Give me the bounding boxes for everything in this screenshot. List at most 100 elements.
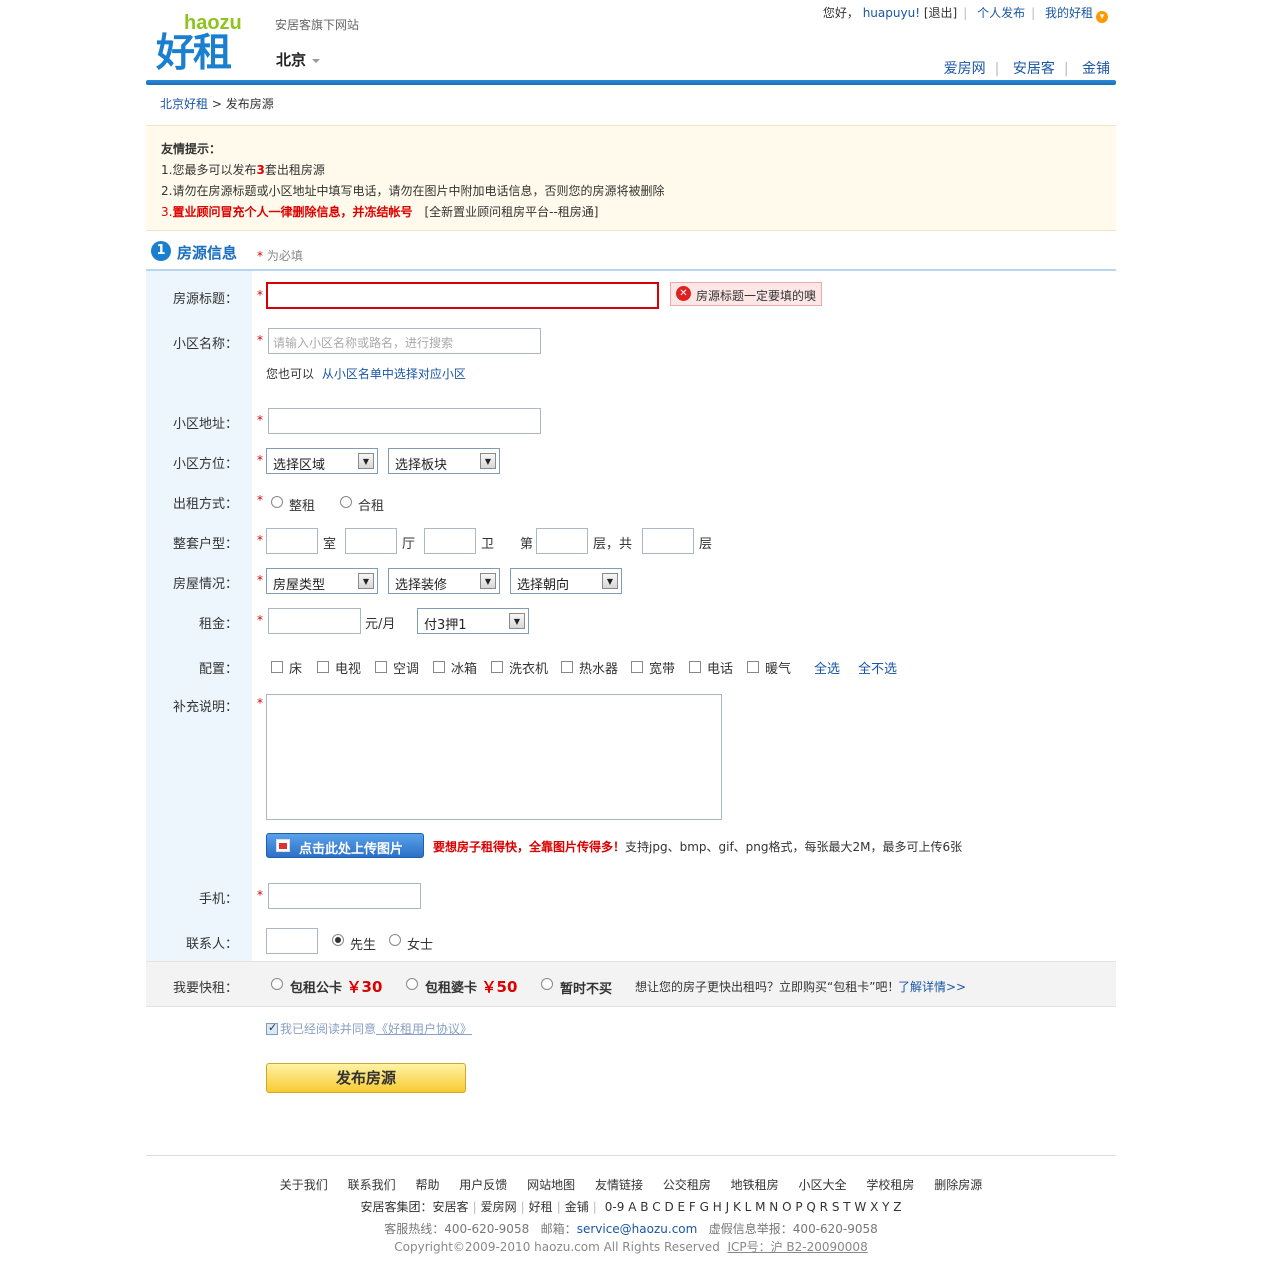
payment-select[interactable]: 付3押1 ▼ [417,608,529,634]
footer-link-contact[interactable]: 联系我们 [348,1178,396,1192]
footer-link-bus[interactable]: 公交租房 [663,1178,711,1192]
quick-opt1-label: 包租公卡 [290,981,343,996]
breadcrumb-home[interactable]: 北京好租 [160,97,208,111]
decor-select[interactable]: 选择装修 ▼ [388,568,500,594]
equip-heating-label: 暖气 [765,662,792,677]
city-switcher[interactable]: 北京 [276,49,321,70]
contact-input[interactable] [266,928,318,954]
house-star: * [257,573,263,587]
logo-cn: 好租 [156,31,232,76]
rent-label: 租金： [198,617,238,632]
quick-opt3-radio[interactable] [541,978,553,990]
address-input[interactable] [268,408,541,434]
agreement-link[interactable]: 《好租用户协议》 [376,1022,472,1036]
equip-ac-checkbox[interactable] [375,661,387,673]
footer-link-sitemap[interactable]: 网站地图 [527,1178,575,1192]
agreement-text: 我已经阅读并同意 [280,1022,377,1036]
house-type-select[interactable]: 房屋类型 ▼ [266,568,378,594]
description-star: * [257,696,263,710]
tip3-post: [全新置业顾问租房平台--租房通] [424,205,599,219]
rent-input[interactable] [268,608,361,634]
upload-tip-text: 支持jpg、bmp、gif、png格式，每张最大2M，最多可上传6张 [625,840,963,854]
report-label: 虚假信息举报： [708,1222,793,1236]
icp-link[interactable]: ICP号：沪 B2-20090008 [727,1240,867,1254]
footer-link-delete[interactable]: 删除房源 [934,1178,982,1192]
select-arrow-icon: ▼ [480,453,496,469]
location-star: * [257,453,263,467]
quick-opt1-radio[interactable] [271,978,283,990]
community-placeholder: 请输入小区名称或路名，进行搜索 [273,336,454,350]
rent-whole-radio[interactable] [271,496,283,508]
footer-link-friends[interactable]: 友情链接 [595,1178,643,1192]
rooms-input[interactable] [266,528,318,554]
footer-link-about[interactable]: 关于我们 [280,1178,328,1192]
equip-tv-label: 电视 [335,662,362,677]
quick-opt2-radio[interactable] [406,978,418,990]
username-link[interactable]: huapuyu! [863,6,920,20]
equip-washer-checkbox[interactable] [491,661,503,673]
equip-bed-checkbox[interactable] [271,661,283,673]
orientation-select[interactable]: 选择朝向 ▼ [510,568,622,594]
my-haozu-link[interactable]: 我的好租 [1045,6,1093,20]
floor-mid: 层，共 [593,537,633,552]
equip-heater-checkbox[interactable] [561,661,573,673]
rent-shared-radio[interactable] [340,496,352,508]
equip-broadband-checkbox[interactable] [631,661,643,673]
halls-input[interactable] [345,528,397,554]
community-input[interactable]: 请输入小区名称或路名，进行搜索 [268,328,541,354]
site-link-anjuke[interactable]: 安居客 [1013,61,1055,77]
equip-heating-checkbox[interactable] [747,661,759,673]
select-all-link[interactable]: 全选 [814,658,840,677]
hotline-label: 客服热线： [384,1222,445,1236]
group-link-haozu[interactable]: 好租 [529,1200,553,1214]
site-link-aifang[interactable]: 爱房网 [944,61,986,77]
group-label: 安居客集团： [360,1200,433,1214]
baths-unit: 卫 [481,537,495,552]
footer-link-help[interactable]: 帮助 [415,1178,439,1192]
group-link-aifang[interactable]: 爱房网 [481,1200,517,1214]
footer-link-communities[interactable]: 小区大全 [799,1178,847,1192]
email-link[interactable]: service@haozu.com [577,1222,698,1236]
upload-tip: 要想房子租得快，全靠图片传得多！支持jpg、bmp、gif、png格式，每张最大… [433,838,962,855]
footer-link-metro[interactable]: 地铁租房 [731,1178,779,1192]
title-input[interactable] [266,282,659,309]
community-list-link[interactable]: 从小区名单中选择对应小区 [322,367,466,381]
group-link-jinpu[interactable]: 金铺 [565,1200,589,1214]
description-textarea[interactable] [266,694,722,820]
baths-input[interactable] [424,528,476,554]
district-select[interactable]: 选择区域 ▼ [266,448,378,474]
orientation-value: 选择朝向 [517,578,570,593]
haozu-logo[interactable]: haozu 好租 [156,12,266,76]
select-arrow-icon: ▼ [602,573,618,589]
title-error: ✕ 房源标题一定要填的噢 [670,282,822,306]
location-label: 小区方位： [172,457,238,472]
personal-publish-link[interactable]: 个人发布 [977,6,1025,20]
address-star: * [257,413,263,427]
quick-tip: 想让您的房子更快出租吗？立即购买“包租卡”吧！ [635,980,900,994]
agreement-checkbox[interactable] [266,1021,278,1035]
footer-link-school[interactable]: 学校租房 [866,1178,914,1192]
group-link-anjuke[interactable]: 安居客 [433,1200,469,1214]
upload-image-button[interactable]: 点击此处上传图片 [266,833,424,858]
equip-tv-checkbox[interactable] [317,661,329,673]
floor-input[interactable] [536,528,588,554]
phone-input[interactable] [268,883,421,909]
mr-radio[interactable] [332,934,344,946]
footer-links: 关于我们 联系我们 帮助 用户反馈 网站地图 友情链接 公交租房 地铁租房 小区… [146,1176,1116,1193]
ms-radio[interactable] [389,934,401,946]
description-label: 补充说明： [172,700,238,715]
block-select[interactable]: 选择板块 ▼ [388,448,500,474]
equip-phone-checkbox[interactable] [689,661,701,673]
equip-fridge-checkbox[interactable] [433,661,445,673]
footer-link-feedback[interactable]: 用户反馈 [459,1178,507,1192]
total-floors-input[interactable] [642,528,694,554]
site-link-jinpu[interactable]: 金铺 [1082,61,1110,77]
select-none-link[interactable]: 全不选 [858,658,897,677]
dropdown-arrow-icon[interactable]: ▾ [1096,11,1108,23]
submit-button[interactable]: 发布房源 [266,1063,466,1093]
logout-link[interactable]: [退出] [924,6,957,20]
phone-star: * [257,888,263,902]
tip3-warning: 置业顾问冒充个人一律删除信息，并冻结帐号 [172,205,413,219]
quick-more-link[interactable]: 了解详情>> [898,978,966,995]
letter-index[interactable]: 0-9 A B C D E F G H J K L M N O P Q R S … [605,1200,902,1214]
